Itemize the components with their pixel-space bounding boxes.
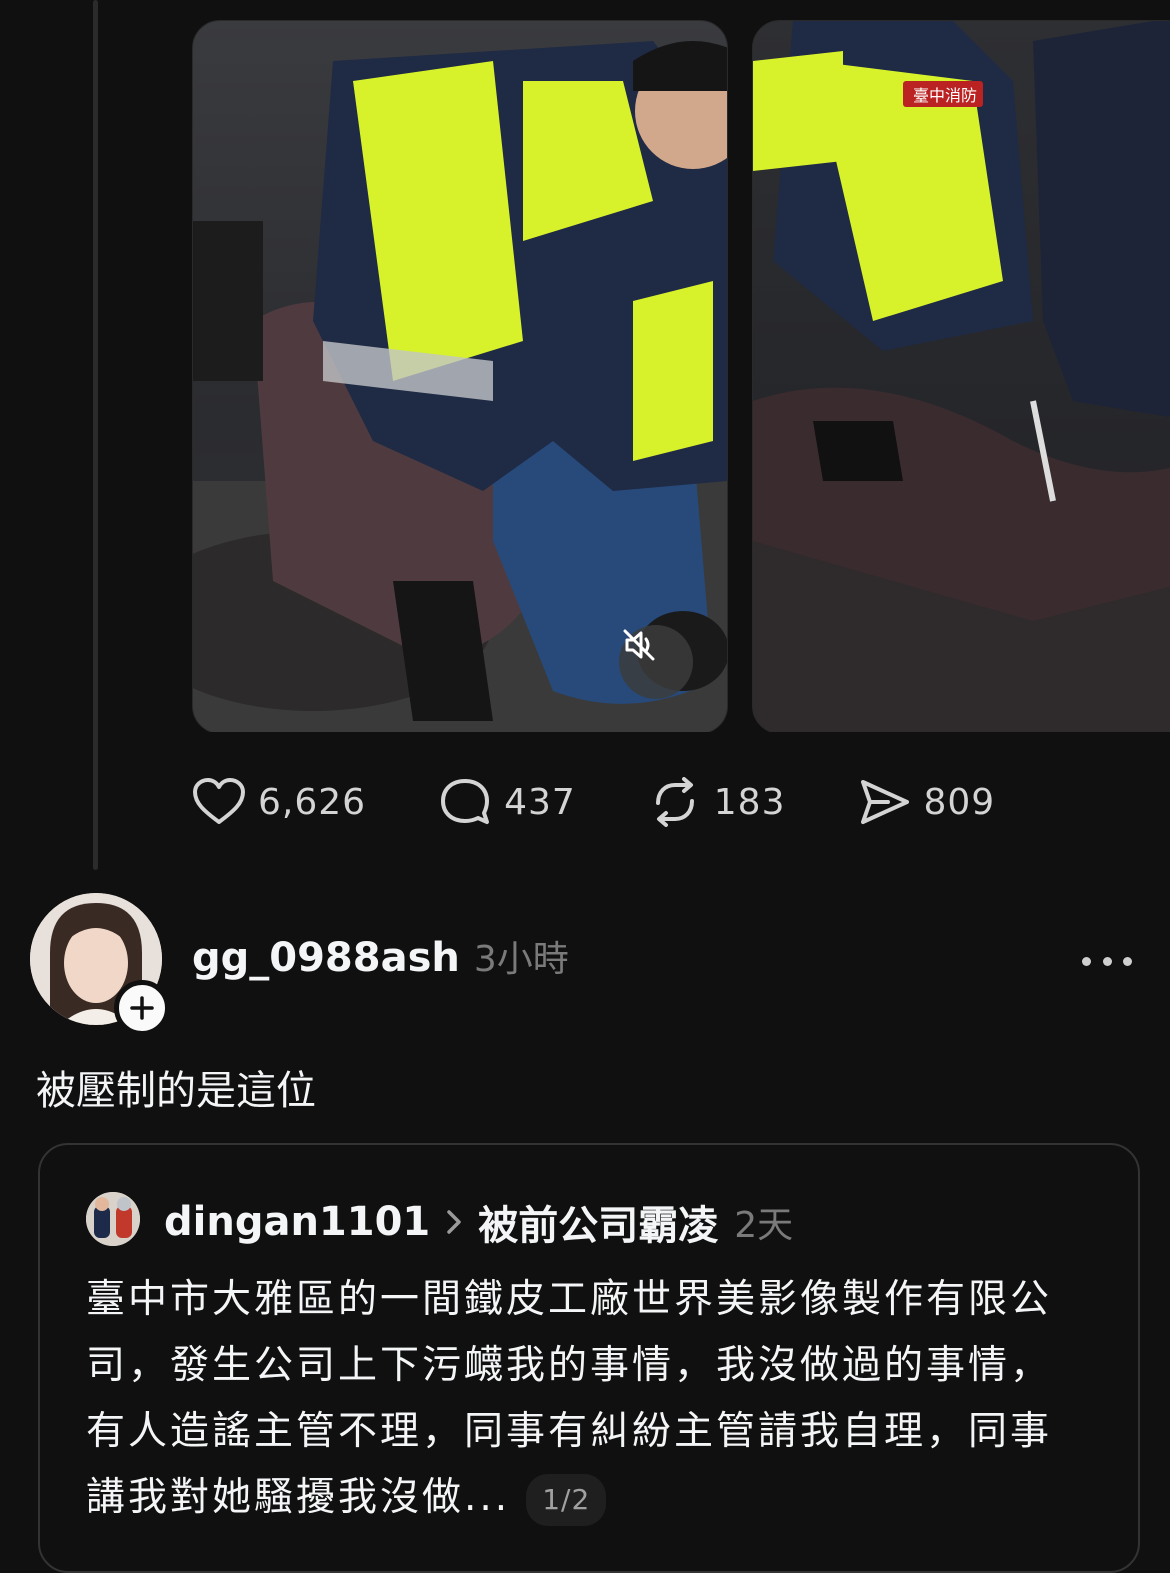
quoted-username[interactable]: dingan1101: [164, 1199, 430, 1245]
plus-icon: [130, 996, 154, 1020]
quoted-timestamp: 2天: [734, 1205, 794, 1246]
share-icon: [860, 780, 909, 824]
comment-icon: [441, 779, 490, 824]
vest-label: 臺中消防: [913, 86, 977, 105]
like-button[interactable]: 6,626: [192, 777, 366, 827]
like-count: 6,626: [258, 781, 367, 823]
topic-tag[interactable]: 被前公司霸凌: [478, 1193, 718, 1251]
timestamp: 3小時: [473, 939, 569, 980]
chevron-right-icon: [447, 1210, 461, 1234]
reply-header: gg_0988ash 3小時: [192, 930, 569, 982]
photo-image: 臺中消防: [753, 21, 1170, 732]
thread-line: [93, 0, 98, 870]
action-bar: 6,626 437 183 809: [192, 772, 1067, 832]
repost-count: 183: [713, 781, 786, 823]
more-icon: [1102, 956, 1112, 966]
quoted-header: dingan1101 被前公司霸凌 2天: [164, 1193, 793, 1251]
comment-button[interactable]: 437: [438, 777, 576, 827]
quoted-avatar-image: [86, 1192, 140, 1246]
heart-icon: [193, 778, 245, 824]
repost-icon: [655, 777, 694, 827]
comment-count: 437: [504, 781, 576, 823]
reply-text: 被壓制的是這位: [36, 1068, 316, 1114]
image-thumbnail[interactable]: 臺中消防: [752, 20, 1170, 732]
video-thumbnail[interactable]: [192, 20, 728, 732]
more-icon: [1082, 956, 1091, 966]
username[interactable]: gg_0988ash: [192, 935, 460, 981]
media-carousel[interactable]: 臺中消防: [192, 20, 1170, 732]
share-button[interactable]: 809: [858, 777, 996, 827]
mute-icon: [623, 629, 655, 661]
repost-button[interactable]: 183: [648, 777, 786, 827]
more-icon: [1123, 956, 1132, 966]
page-indicator: 1/2: [526, 1473, 607, 1526]
share-count: 809: [923, 781, 996, 823]
quoted-post[interactable]: dingan1101 被前公司霸凌 2天 臺中市大雅區的一間鐵皮工廠世界美影像製…: [38, 1143, 1140, 1573]
follow-button[interactable]: [114, 980, 170, 1036]
quoted-body: 臺中市大雅區的一間鐵皮工廠世界美影像製作有限公司，發生公司上下污衊我的事情，我沒…: [86, 1267, 1086, 1531]
quoted-avatar[interactable]: [86, 1192, 140, 1246]
more-button[interactable]: [1082, 948, 1132, 974]
mute-button[interactable]: [619, 625, 693, 699]
